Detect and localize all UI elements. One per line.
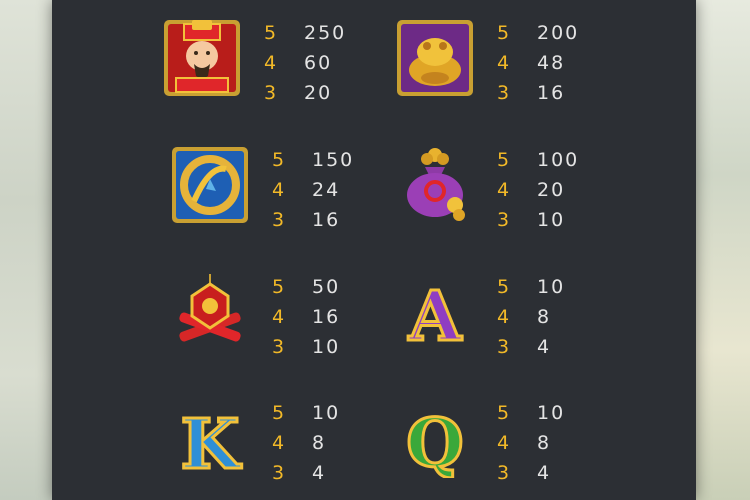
golden-toad-icon: [397, 20, 473, 96]
pay-row: 34: [497, 458, 565, 488]
pay-row: 3 16: [497, 78, 579, 108]
pay-row: 3 20: [264, 78, 346, 108]
pay-list: 5 10 48 34: [272, 398, 340, 488]
match-count: 3: [497, 462, 510, 484]
money-bag-icon: [407, 148, 465, 221]
payout-value: 50: [312, 276, 341, 298]
letter-k-icon: K: [179, 404, 244, 479]
match-count: 5: [497, 149, 510, 171]
match-count: 5: [497, 22, 510, 44]
pay-row: 3 10: [497, 205, 579, 235]
payout-value: 60: [304, 52, 333, 74]
match-count: 3: [497, 82, 510, 104]
payout-value: 10: [537, 209, 566, 231]
payout-value: 100: [537, 149, 580, 171]
match-count: 3: [272, 462, 285, 484]
payout-value: 8: [537, 432, 552, 454]
match-count: 5: [497, 402, 510, 424]
match-count: 4: [497, 306, 510, 328]
pay-list: 5 10 48 34: [497, 272, 565, 362]
pay-list: 5 150 4 24 3 16: [272, 145, 354, 235]
pay-row: 5 250: [264, 18, 346, 48]
pay-row: 5 10: [497, 398, 565, 428]
pay-row: 5 10: [497, 272, 565, 302]
payout-value: 250: [304, 22, 347, 44]
payout-value: 20: [537, 179, 566, 201]
pay-row: 34: [272, 458, 340, 488]
letter-q-icon: Q: [405, 403, 466, 479]
match-count: 4: [264, 52, 277, 74]
payout-value: 16: [312, 209, 341, 231]
pay-row: 3 10: [272, 332, 340, 362]
pay-list: 5 100 4 20 3 10: [497, 145, 579, 235]
letter-a-glyph: A: [408, 277, 463, 352]
payout-value: 16: [312, 306, 341, 328]
pay-row: 4 20: [497, 175, 579, 205]
firecracker-icon: [179, 274, 241, 342]
pay-row: 34: [497, 332, 565, 362]
match-count: 5: [497, 276, 510, 298]
match-count: 4: [272, 179, 285, 201]
payout-value: 4: [537, 462, 552, 484]
payout-value: 4: [312, 462, 327, 484]
payout-value: 20: [304, 82, 333, 104]
match-count: 4: [497, 179, 510, 201]
pay-row: 3 16: [272, 205, 354, 235]
payout-value: 10: [312, 402, 341, 424]
pay-list: 5 10 48 34: [497, 398, 565, 488]
pay-row: 4 24: [272, 175, 354, 205]
pay-row: 5 150: [272, 145, 354, 175]
payout-value: 16: [537, 82, 566, 104]
match-count: 5: [272, 149, 285, 171]
payout-value: 10: [312, 336, 341, 358]
payout-value: 8: [537, 306, 552, 328]
match-count: 4: [497, 52, 510, 74]
paytable-entry: 5 100 4 20 3 10: [395, 145, 715, 245]
pay-row: 4 16: [272, 302, 340, 332]
golden-dragon-icon: [172, 147, 248, 223]
pay-row: 48: [497, 428, 565, 458]
payout-value: 10: [537, 276, 566, 298]
payout-value: 4: [537, 336, 552, 358]
match-count: 3: [272, 336, 285, 358]
payout-value: 200: [537, 22, 580, 44]
pay-row: 48: [272, 428, 340, 458]
pay-row: 48: [497, 302, 565, 332]
pay-list: 5 50 4 16 3 10: [272, 272, 340, 362]
match-count: 4: [272, 306, 285, 328]
paytable-panel: 5 250 4 60 3 20 5 200 4 48 3 16 5 150 4 …: [52, 0, 696, 500]
pay-row: 5 10: [272, 398, 340, 428]
payout-value: 150: [312, 149, 355, 171]
pay-row: 4 48: [497, 48, 579, 78]
pay-list: 5 200 4 48 3 16: [497, 18, 579, 108]
payout-value: 8: [312, 432, 327, 454]
letter-a-icon: A: [406, 276, 464, 353]
match-count: 4: [497, 432, 510, 454]
match-count: 3: [497, 336, 510, 358]
fortune-god-icon: [164, 20, 240, 96]
pay-row: 5 100: [497, 145, 579, 175]
payout-value: 10: [537, 402, 566, 424]
match-count: 5: [272, 402, 285, 424]
pay-row: 5 50: [272, 272, 340, 302]
paytable-entry: A 5 10 48 34: [395, 272, 715, 372]
payout-value: 48: [537, 52, 566, 74]
match-count: 3: [272, 209, 285, 231]
pay-list: 5 250 4 60 3 20: [264, 18, 346, 108]
match-count: 3: [497, 209, 510, 231]
background-left: [0, 0, 60, 500]
paytable-entry: 5 200 4 48 3 16: [395, 18, 715, 118]
match-count: 5: [264, 22, 277, 44]
letter-k-glyph: K: [180, 405, 242, 478]
payout-value: 24: [312, 179, 341, 201]
pay-row: 5 200: [497, 18, 579, 48]
paytable-entry: Q 5 10 48 34: [395, 398, 715, 498]
match-count: 4: [272, 432, 285, 454]
pay-row: 4 60: [264, 48, 346, 78]
match-count: 3: [264, 82, 277, 104]
match-count: 5: [272, 276, 285, 298]
letter-q-glyph: Q: [406, 404, 464, 478]
